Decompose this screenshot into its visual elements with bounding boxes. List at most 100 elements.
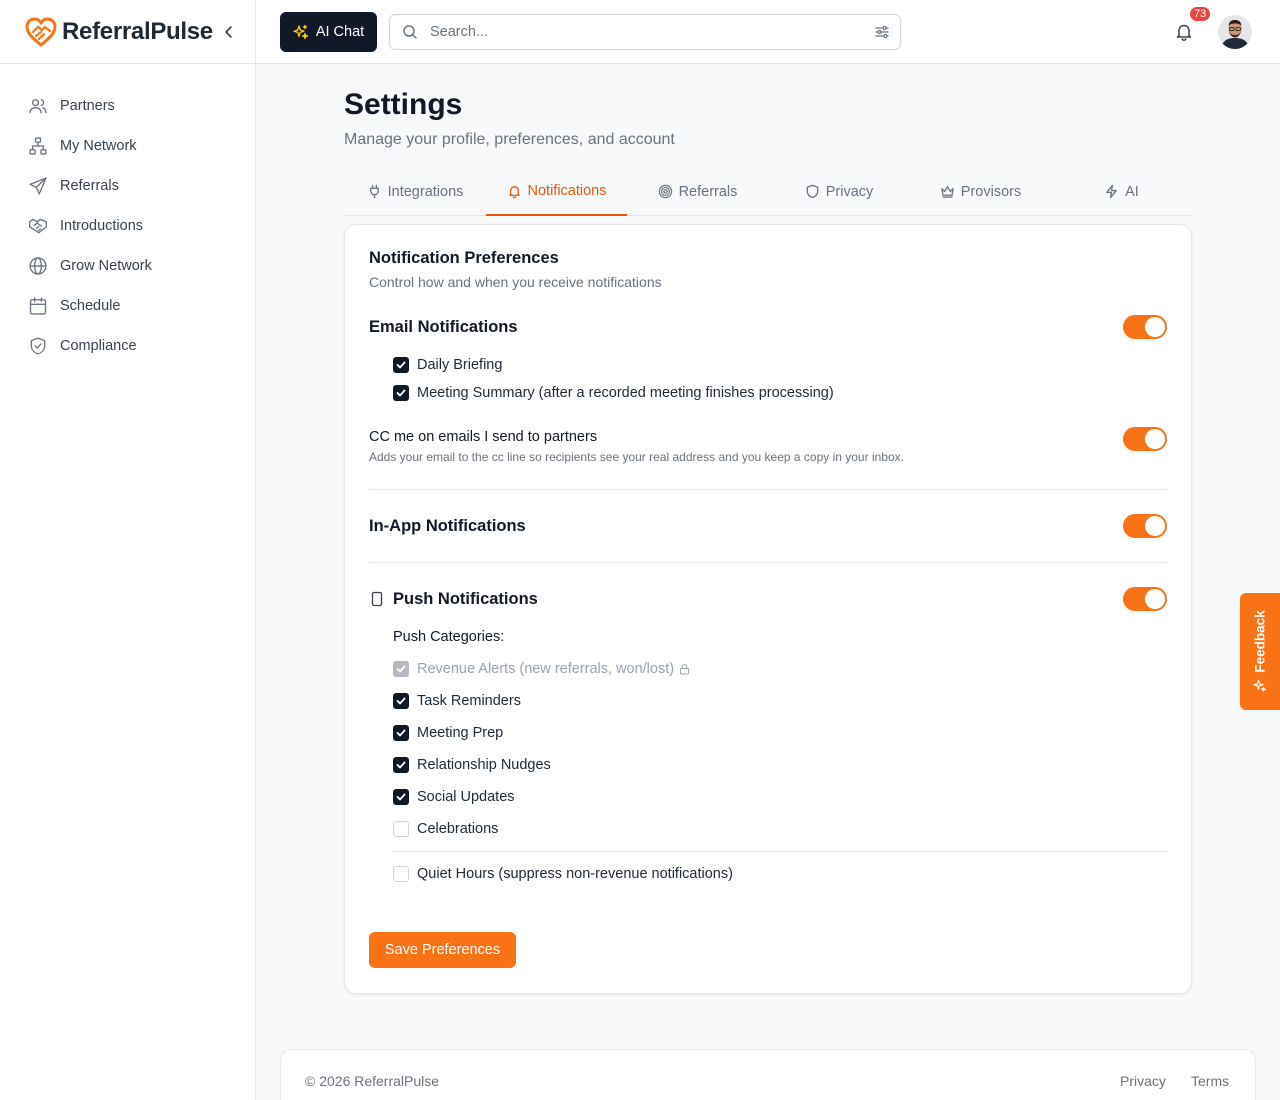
sparkles-icon [293, 24, 308, 40]
check-icon [396, 793, 406, 801]
check-icon [396, 697, 406, 705]
quiet-hours-checkbox[interactable] [393, 866, 409, 882]
push-notifications-title: Push Notifications [393, 590, 538, 608]
sidebar-item-introductions[interactable]: Introductions [0, 206, 255, 246]
email-notifications-toggle[interactable] [1123, 315, 1167, 339]
sidebar-item-label: Schedule [60, 298, 121, 314]
meeting-prep-checkbox[interactable] [393, 725, 409, 741]
daily-briefing-checkbox[interactable] [393, 357, 409, 373]
tab-ai[interactable]: AI [1051, 168, 1192, 215]
daily-briefing-label: Daily Briefing [417, 357, 503, 373]
bell-icon [508, 185, 520, 198]
tab-label: Privacy [825, 183, 874, 200]
logo-icon [25, 17, 57, 46]
sidebar-item-my-network[interactable]: My Network [0, 126, 255, 166]
sidebar-item-referrals[interactable]: Referrals [0, 166, 255, 206]
check-icon [396, 665, 406, 673]
handshake-icon [29, 218, 47, 234]
notifications-bell-icon[interactable] [1174, 22, 1194, 42]
cc-emails-title: CC me on emails I send to partners [369, 429, 598, 445]
footer-terms-link[interactable]: Terms [1191, 1073, 1229, 1089]
avatar[interactable] [1218, 15, 1252, 49]
sidebar-item-label: Compliance [60, 338, 137, 354]
tab-referrals[interactable]: Referrals [627, 168, 768, 215]
sidebar-item-label: Partners [60, 98, 115, 114]
shield-check-icon [30, 337, 46, 355]
tab-notifications[interactable]: Notifications [486, 168, 627, 216]
feedback-tab[interactable]: Feedback [1240, 593, 1280, 710]
search-icon [403, 25, 417, 39]
sidebar: ReferralPulse Partners My Network Referr… [0, 0, 256, 1100]
page-subtitle: Manage your profile, preferences, and ac… [344, 131, 675, 148]
notification-count-badge: 73 [1188, 5, 1213, 23]
check-icon [396, 761, 406, 769]
sidebar-nav: Partners My Network Referrals Introducti… [0, 64, 255, 366]
tab-label: Notifications [527, 183, 607, 199]
task-reminders-label: Task Reminders [417, 693, 521, 709]
send-icon [29, 177, 47, 195]
sidebar-item-label: Grow Network [60, 258, 152, 274]
feedback-label: Feedback [1252, 610, 1268, 673]
revenue-alerts-checkbox [393, 661, 409, 677]
tab-provisors[interactable]: Provisors [910, 168, 1051, 215]
shield-icon [806, 184, 819, 199]
sidebar-item-compliance[interactable]: Compliance [0, 326, 255, 366]
chevron-left-icon [225, 26, 232, 38]
feedback-content: Feedback [1252, 610, 1268, 692]
tab-integrations[interactable]: Integrations [344, 168, 486, 215]
in-app-notifications-title: In-App Notifications [369, 517, 526, 535]
settings-tabs: Integrations Notifications Referrals Pri… [344, 168, 1192, 216]
ai-chat-button[interactable]: AI Chat [280, 12, 377, 52]
user-avatar-icon [1218, 15, 1252, 49]
filter-sliders-icon[interactable] [874, 24, 890, 40]
sidebar-item-label: Introductions [60, 218, 144, 234]
section-divider [369, 562, 1167, 563]
zap-icon [1106, 184, 1117, 199]
in-app-notifications-toggle[interactable] [1123, 514, 1167, 538]
cc-emails-toggle[interactable] [1123, 427, 1167, 451]
check-icon [396, 729, 406, 737]
meeting-summary-checkbox[interactable] [393, 385, 409, 401]
revenue-alerts-label: Revenue Alerts (new referrals, won/lost) [417, 661, 675, 677]
card-subtitle: Control how and when you receive notific… [369, 274, 662, 290]
target-icon [658, 184, 672, 199]
tab-label: Integrations [387, 183, 464, 200]
tab-label: AI [1125, 183, 1139, 200]
brand: ReferralPulse [0, 0, 255, 64]
social-updates-checkbox[interactable] [393, 789, 409, 805]
search-bar [389, 14, 901, 50]
search-input[interactable] [430, 24, 874, 40]
smartphone-icon [371, 591, 383, 607]
celebrations-label: Celebrations [417, 821, 499, 837]
footer-copyright: © 2026 ReferralPulse [305, 1073, 440, 1089]
task-reminders-checkbox[interactable] [393, 693, 409, 709]
tab-label: Provisors [960, 183, 1022, 200]
sidebar-item-schedule[interactable]: Schedule [0, 286, 255, 326]
page-title: Settings [344, 88, 463, 121]
brand-name: ReferralPulse [62, 17, 213, 45]
crown-icon [941, 186, 954, 198]
footer-privacy-link[interactable]: Privacy [1120, 1073, 1166, 1089]
relationship-nudges-checkbox[interactable] [393, 757, 409, 773]
meeting-prep-label: Meeting Prep [417, 725, 504, 741]
calendar-icon [29, 297, 47, 315]
collapse-sidebar-button[interactable] [219, 22, 239, 42]
sparkles-icon [1253, 679, 1267, 692]
save-preferences-button[interactable]: Save Preferences [369, 932, 516, 968]
globe-icon [29, 257, 47, 275]
section-divider [369, 489, 1167, 490]
push-notifications-toggle[interactable] [1123, 587, 1167, 611]
ai-chat-label: AI Chat [315, 24, 365, 40]
sidebar-item-partners[interactable]: Partners [0, 86, 255, 126]
check-icon [396, 361, 406, 369]
tab-privacy[interactable]: Privacy [768, 168, 910, 215]
sidebar-item-label: Referrals [60, 178, 119, 194]
push-categories-label: Push Categories: [393, 629, 505, 645]
sidebar-item-grow-network[interactable]: Grow Network [0, 246, 255, 286]
card-title: Notification Preferences [369, 249, 559, 267]
celebrations-checkbox[interactable] [393, 821, 409, 837]
section-divider [393, 851, 1167, 852]
top-header: AI Chat 73 [256, 0, 1280, 64]
meeting-summary-label: Meeting Summary (after a recorded meetin… [417, 385, 834, 401]
cc-emails-description: Adds your email to the cc line so recipi… [369, 450, 904, 464]
